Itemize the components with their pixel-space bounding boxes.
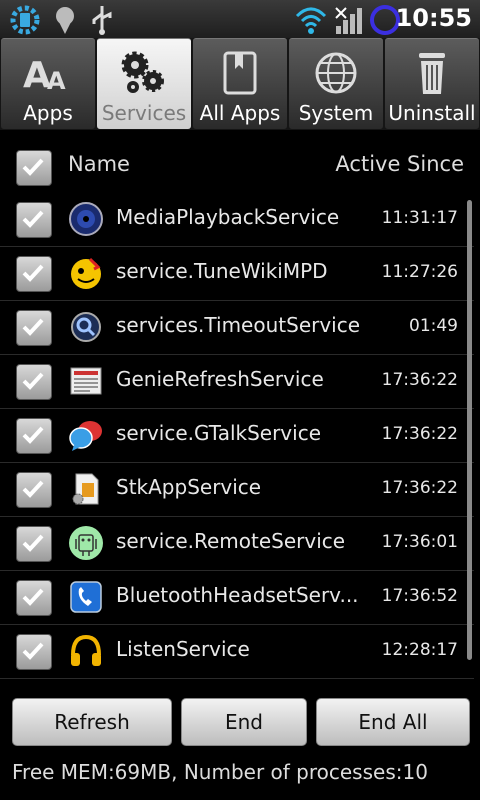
- tab-bar: A A Apps Services All Apps System Uninst…: [0, 38, 480, 130]
- active-since-column-header[interactable]: Active Since: [335, 152, 464, 176]
- svg-text:A: A: [47, 67, 66, 95]
- tab-services[interactable]: Services: [97, 38, 191, 129]
- service-time: 11:27:26: [381, 262, 458, 282]
- check-icon: [22, 426, 44, 444]
- check-icon: [22, 210, 44, 228]
- font-icon: A A: [23, 55, 66, 96]
- news-icon: [70, 367, 102, 395]
- usb-icon: [92, 6, 112, 35]
- row-checkbox[interactable]: [16, 310, 52, 346]
- settings-icon: [10, 5, 40, 35]
- service-name: service.GTalkService: [116, 421, 321, 445]
- end-button[interactable]: End: [181, 698, 307, 746]
- row-checkbox[interactable]: [16, 634, 52, 670]
- service-name: MediaPlaybackService: [116, 205, 340, 229]
- globe-icon: [315, 52, 357, 94]
- check-icon: [22, 534, 44, 552]
- select-all-checkbox[interactable]: [16, 150, 52, 186]
- row-checkbox[interactable]: [16, 580, 52, 616]
- list-item[interactable]: StkAppService 17:36:22: [0, 462, 474, 517]
- service-time: 11:31:17: [381, 208, 458, 228]
- wifi-icon: [295, 7, 327, 34]
- check-icon: [22, 158, 44, 176]
- location-icon: [56, 7, 74, 34]
- end-all-button[interactable]: End All: [316, 698, 470, 746]
- check-icon: [22, 372, 44, 390]
- service-name: service.RemoteService: [116, 529, 346, 553]
- check-icon: [22, 480, 44, 498]
- tab-all-apps-label: All Apps: [199, 101, 281, 125]
- check-icon: [22, 318, 44, 336]
- service-name: ListenService: [116, 637, 250, 661]
- service-name: StkAppService: [116, 475, 262, 499]
- book-icon: [223, 51, 257, 95]
- service-time: 17:36:01: [381, 532, 458, 552]
- row-checkbox[interactable]: [16, 472, 52, 508]
- row-checkbox[interactable]: [16, 256, 52, 292]
- list-item[interactable]: ListenService 12:28:17: [0, 624, 474, 679]
- service-time: 12:28:17: [381, 640, 458, 660]
- tab-apps[interactable]: A A Apps: [1, 38, 95, 129]
- check-icon: [22, 588, 44, 606]
- list-item[interactable]: service.GTalkService 17:36:22: [0, 408, 474, 463]
- row-checkbox[interactable]: [16, 526, 52, 562]
- signal-icon: [335, 7, 362, 34]
- service-name: GenieRefreshService: [116, 367, 324, 391]
- list-item[interactable]: MediaPlaybackService 11:31:17: [0, 192, 474, 247]
- headphones-icon: [71, 634, 101, 666]
- speaker-icon: [69, 202, 103, 236]
- row-checkbox[interactable]: [16, 418, 52, 454]
- android-robot-icon: [69, 526, 103, 560]
- row-checkbox[interactable]: [16, 364, 52, 400]
- service-time: 17:36:22: [381, 478, 458, 498]
- tab-system-label: System: [298, 101, 374, 125]
- tab-services-label: Services: [101, 101, 187, 125]
- service-time: 17:36:22: [381, 370, 458, 390]
- search-app-icon: [71, 312, 101, 342]
- tab-uninstall[interactable]: Uninstall: [385, 38, 479, 129]
- list-scrollbar[interactable]: [467, 200, 472, 660]
- service-name: service.TuneWikiMPD: [116, 259, 328, 283]
- service-time: 01:49: [409, 316, 458, 336]
- service-list[interactable]: MediaPlaybackService 11:31:17 service.Tu…: [0, 192, 480, 694]
- tab-uninstall-label: Uninstall: [388, 101, 476, 125]
- row-checkbox[interactable]: [16, 202, 52, 238]
- status-clock: 10:55: [395, 4, 472, 32]
- service-time: 17:36:52: [381, 586, 458, 606]
- refresh-button[interactable]: Refresh: [12, 698, 172, 746]
- tunewiki-icon: [71, 257, 101, 289]
- gears-icon: [121, 51, 164, 93]
- tab-apps-label: Apps: [23, 101, 73, 125]
- memory-status: Free MEM:69MB, Number of processes:10: [12, 760, 428, 784]
- sim-toolkit-icon: [72, 473, 99, 505]
- list-item[interactable]: BluetoothHeadsetServ... 17:36:52: [0, 570, 474, 625]
- service-name: BluetoothHeadsetServ...: [116, 583, 359, 607]
- list-item[interactable]: services.TimeoutService 01:49: [0, 300, 474, 355]
- list-item[interactable]: GenieRefreshService 17:36:22: [0, 354, 474, 409]
- name-column-header[interactable]: Name: [68, 152, 130, 176]
- service-time: 17:36:22: [381, 424, 458, 444]
- list-header: Name Active Since: [0, 140, 480, 190]
- phone-icon: [70, 581, 102, 613]
- service-name: services.TimeoutService: [116, 313, 361, 337]
- list-item[interactable]: service.TuneWikiMPD 11:27:26: [0, 246, 474, 301]
- tab-system[interactable]: System: [289, 38, 383, 129]
- tab-all-apps[interactable]: All Apps: [193, 38, 287, 129]
- chat-bubbles-icon: [69, 421, 102, 451]
- trash-icon: [419, 53, 445, 94]
- list-item[interactable]: service.RemoteService 17:36:01: [0, 516, 474, 571]
- status-bar: 10:55: [0, 0, 480, 39]
- check-icon: [22, 642, 44, 660]
- check-icon: [22, 264, 44, 282]
